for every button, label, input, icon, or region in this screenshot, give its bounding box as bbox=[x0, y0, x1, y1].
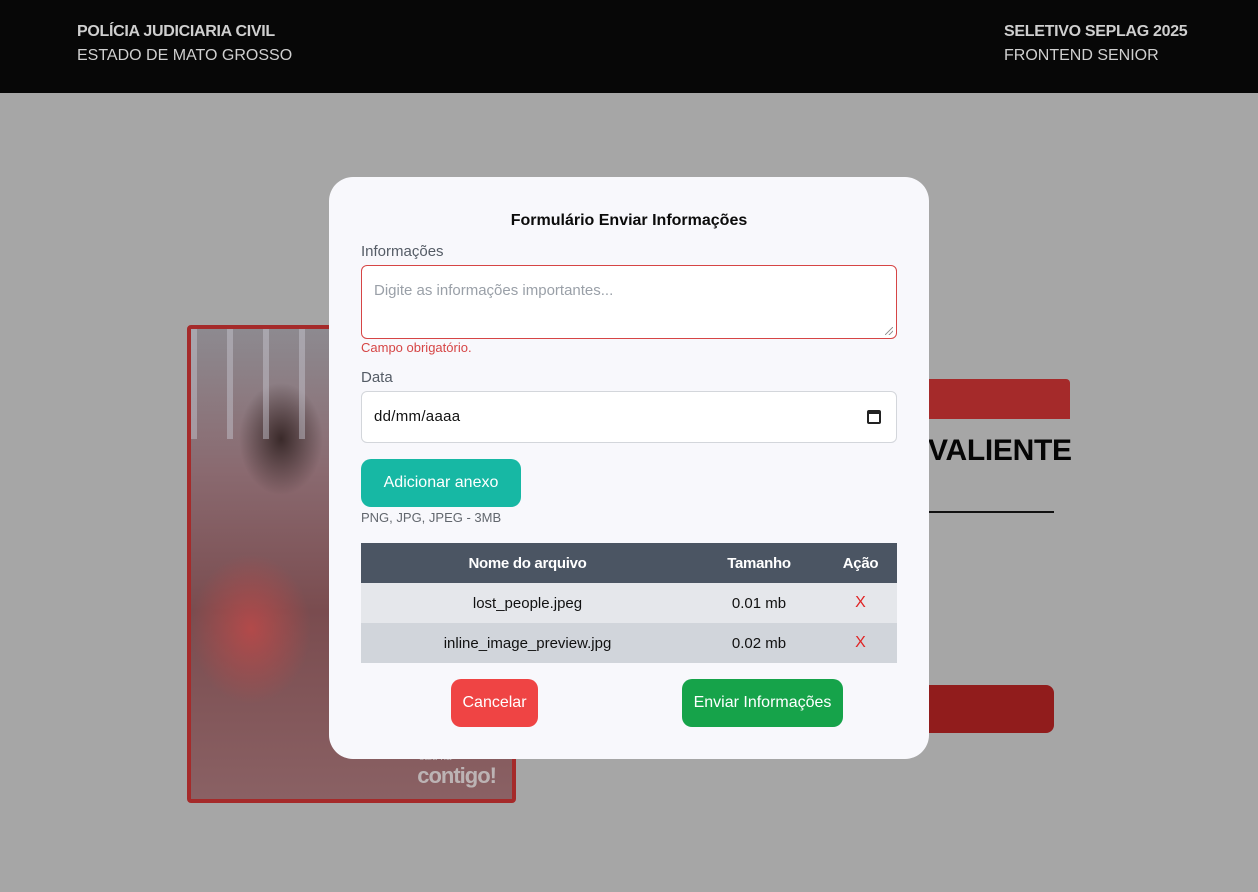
header-org-block: POLÍCIA JUDICIARIA CIVIL ESTADO DE MATO … bbox=[77, 22, 292, 66]
table-row: lost_people.jpeg 0.01 mb X bbox=[361, 583, 897, 623]
date-value: dd/mm/aaaa bbox=[374, 408, 461, 425]
name-divider bbox=[928, 511, 1054, 513]
info-placeholder: Digite as informações importantes... bbox=[374, 282, 614, 299]
info-textarea[interactable]: Digite as informações importantes... bbox=[361, 265, 897, 339]
col-header-size: Tamanho bbox=[727, 554, 791, 572]
top-header: POLÍCIA JUDICIARIA CIVIL ESTADO DE MATO … bbox=[0, 0, 1258, 93]
file-size: 0.01 mb bbox=[731, 594, 787, 612]
info-error-message: Campo obrigatório. bbox=[361, 340, 472, 355]
submit-button[interactable]: Enviar Informações bbox=[682, 679, 843, 727]
attachments-table: Nome do arquivo Tamanho Ação lost_people… bbox=[361, 543, 897, 663]
header-project-subtitle: FRONTEND SENIOR bbox=[1004, 47, 1159, 64]
modal-title: Formulário Enviar Informações bbox=[510, 212, 748, 229]
resize-handle-icon[interactable] bbox=[885, 327, 893, 335]
photo-watermark-text: contigo! bbox=[417, 763, 497, 788]
table-header: Nome do arquivo Tamanho Ação bbox=[361, 543, 897, 583]
calendar-icon[interactable] bbox=[867, 410, 881, 424]
attachment-hint: PNG, JPG, JPEG - 3MB bbox=[361, 510, 502, 525]
cancel-button[interactable]: Cancelar bbox=[451, 679, 538, 727]
col-header-filename: Nome do arquivo bbox=[468, 554, 587, 572]
header-project-title: SELETIVO SEPLAG 2025 bbox=[1004, 23, 1188, 40]
date-label: Data bbox=[361, 369, 393, 386]
header-org-subtitle: ESTADO DE MATO GROSSO bbox=[77, 47, 293, 64]
file-size: 0.02 mb bbox=[731, 634, 787, 652]
send-info-modal: Formulário Enviar Informações Informaçõe… bbox=[329, 177, 929, 759]
remove-file-button[interactable]: X bbox=[855, 594, 866, 611]
table-row: inline_image_preview.jpg 0.02 mb X bbox=[361, 623, 897, 663]
col-header-action: Ação bbox=[842, 554, 879, 572]
header-project-block: SELETIVO SEPLAG 2025 FRONTEND SENIOR bbox=[1004, 22, 1188, 66]
file-name: inline_image_preview.jpg bbox=[443, 634, 612, 652]
info-label: Informações bbox=[361, 243, 444, 260]
person-name: VALIENTE bbox=[928, 434, 1072, 467]
remove-file-button[interactable]: X bbox=[855, 634, 866, 651]
add-attachment-button[interactable]: Adicionar anexo bbox=[361, 459, 521, 507]
file-name: lost_people.jpeg bbox=[472, 594, 583, 612]
header-org-title: POLÍCIA JUDICIARIA CIVIL bbox=[77, 23, 275, 40]
date-input[interactable]: dd/mm/aaaa bbox=[361, 391, 897, 443]
